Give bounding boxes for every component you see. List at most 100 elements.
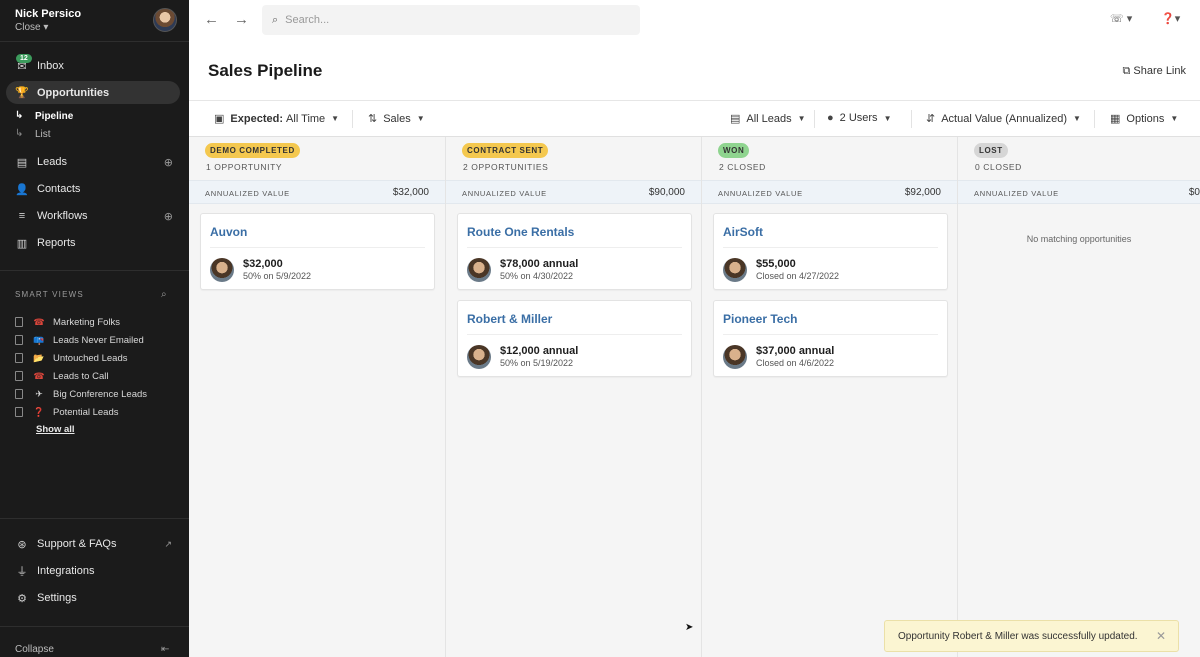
expected-date-filter[interactable]: ▣ Expected: All Time ▼ xyxy=(214,112,340,126)
opportunity-count: 0 CLOSED xyxy=(975,162,1022,172)
share-link-label: Share Link xyxy=(1133,65,1186,77)
success-toast: Opportunity Robert & Miller was successf… xyxy=(884,620,1179,652)
sidebar-item-settings[interactable]: ⚙ Settings xyxy=(0,587,189,609)
smart-view-item[interactable]: ☎ Leads to Call xyxy=(15,369,108,383)
document-icon xyxy=(15,389,23,399)
collapse-icon[interactable]: ⇤ xyxy=(161,644,169,655)
sidebar-item-integrations[interactable]: ⏚ Integrations xyxy=(0,560,189,582)
add-workflow-icon[interactable]: ⊕ xyxy=(164,210,173,223)
smart-views-heading: SMART VIEWS xyxy=(15,290,84,299)
leads-filter[interactable]: ▤ All Leads ▼ xyxy=(730,112,806,126)
smart-view-emoji-icon: ☎ xyxy=(33,370,45,381)
pipeline-filter[interactable]: ⇅ Sales ▼ xyxy=(368,112,425,126)
filter-value: Options xyxy=(1126,112,1165,125)
filter-value: Sales xyxy=(383,112,411,125)
smart-view-item[interactable]: ❓ Potential Leads xyxy=(15,405,119,419)
app: Nick Persico Close ▾ ✉ Inbox 12 🏆 Opport… xyxy=(0,0,1200,657)
sidebar-item-label: Contacts xyxy=(37,183,81,195)
smart-view-label: Potential Leads xyxy=(53,406,119,418)
sidebar-item-label: Workflows xyxy=(37,210,88,222)
divider xyxy=(911,110,912,128)
lead-name-link[interactable]: Route One Rentals xyxy=(467,225,574,239)
smart-view-label: Leads to Call xyxy=(53,370,109,382)
smart-view-item[interactable]: ✈ Big Conference Leads xyxy=(15,387,147,401)
search-placeholder: Search... xyxy=(285,14,330,26)
sidebar-item-label: List xyxy=(35,129,51,140)
opportunity-card[interactable]: Robert & Miller $12,000 annual 50% on 5/… xyxy=(457,300,692,377)
back-arrow-icon[interactable]: ← xyxy=(204,11,219,28)
plug-icon: ⏚ xyxy=(16,566,28,578)
opportunity-card[interactable]: Route One Rentals $78,000 annual 50% on … xyxy=(457,213,692,290)
options-icon: ▦ xyxy=(1110,113,1121,125)
opportunity-card[interactable]: Pioneer Tech $37,000 annual Closed on 4/… xyxy=(713,300,948,377)
page-title: Sales Pipeline xyxy=(208,61,323,80)
lead-name-link[interactable]: Robert & Miller xyxy=(467,312,552,326)
avatar xyxy=(467,345,491,369)
top-bar: ← → ⌕ Search... ☏ ▾ ❓▾ xyxy=(189,0,1200,40)
smart-view-item[interactable]: 📪 Leads Never Emailed xyxy=(15,333,144,347)
divider xyxy=(0,626,189,627)
show-all-link[interactable]: Show all xyxy=(36,424,75,435)
avatar[interactable] xyxy=(153,8,177,32)
smart-view-emoji-icon: ✈ xyxy=(35,388,43,399)
sidebar-item-reports[interactable]: ▥ Reports xyxy=(0,232,189,254)
sidebar-item-leads[interactable]: ▤ Leads ⊕ xyxy=(0,151,189,173)
divider xyxy=(467,247,682,248)
opportunity-close-date: Closed on 4/27/2022 xyxy=(756,271,840,281)
document-icon xyxy=(15,371,23,381)
sidebar-item-support[interactable]: ⊛ Support & FAQs ↗ xyxy=(0,533,189,555)
opportunity-card[interactable]: Auvon $32,000 50% on 5/9/2022 xyxy=(200,213,435,290)
options-menu[interactable]: ▦ Options ▼ xyxy=(1110,112,1178,126)
opportunity-confidence-date: 50% on 4/30/2022 xyxy=(500,271,574,281)
divider xyxy=(1094,110,1095,128)
help-menu-button[interactable]: ❓▾ xyxy=(1161,12,1180,25)
phone-menu-button[interactable]: ☏ ▾ xyxy=(1110,12,1132,25)
collapse-sidebar-button[interactable]: Collapse xyxy=(15,644,54,655)
sidebar-subitem-pipeline[interactable]: ↳ Pipeline xyxy=(15,110,73,122)
sidebar-item-contacts[interactable]: 👤 Contacts xyxy=(0,178,189,200)
org-switcher[interactable]: Close ▾ xyxy=(15,22,174,33)
smart-view-label: Untouched Leads xyxy=(53,352,128,364)
filter-value: All Leads xyxy=(746,112,792,125)
annualized-value-label: ANNUALIZED VALUE xyxy=(462,189,547,198)
sidebar-item-opportunities[interactable]: 🏆 Opportunities xyxy=(6,81,180,104)
lead-name-link[interactable]: Pioneer Tech xyxy=(723,312,797,326)
sidebar-item-workflows[interactable]: ≡ Workflows ⊕ xyxy=(0,205,189,227)
smart-view-item[interactable]: 📂 Untouched Leads xyxy=(15,351,127,365)
sidebar-subitem-list[interactable]: ↳ List xyxy=(15,128,51,140)
search-icon[interactable]: ⌕ xyxy=(161,289,167,300)
calendar-icon: ▣ xyxy=(214,113,225,125)
sort-icon: ⇵ xyxy=(926,113,936,125)
search-input[interactable]: ⌕ Search... xyxy=(262,5,640,35)
user-menu[interactable]: Nick Persico Close ▾ xyxy=(0,0,189,42)
sidebar-item-label: Leads xyxy=(37,156,67,168)
smart-view-item[interactable]: ☎ Marketing Folks xyxy=(15,315,120,329)
opportunity-value: $32,000 xyxy=(243,258,283,270)
chevron-down-icon: ▼ xyxy=(416,114,425,123)
forward-arrow-icon[interactable]: → xyxy=(234,11,249,28)
smart-view-label: Big Conference Leads xyxy=(53,388,148,400)
lead-name-link[interactable]: Auvon xyxy=(210,225,247,239)
chevron-down-icon: ▼ xyxy=(331,114,340,123)
pipeline-board: DEMO COMPLETED 1 OPPORTUNITY ANNUALIZED … xyxy=(189,137,1200,657)
lead-name-link[interactable]: AirSoft xyxy=(723,225,763,239)
person-icon: 👤 xyxy=(15,183,29,196)
opportunity-card[interactable]: AirSoft $55,000 Closed on 4/27/2022 xyxy=(713,213,948,290)
document-icon xyxy=(15,335,23,345)
annualized-value-row: ANNUALIZED VALUE $90,000 xyxy=(446,180,701,204)
opportunity-value: $78,000 annual xyxy=(500,258,579,270)
share-link-button[interactable]: ⧉ Share Link xyxy=(1122,65,1186,78)
search-icon: ⌕ xyxy=(272,13,279,26)
pipeline-icon: ↳ xyxy=(15,110,24,121)
smart-view-label: Marketing Folks xyxy=(53,316,121,328)
mouse-cursor-icon: ➤ xyxy=(685,622,694,633)
add-lead-icon[interactable]: ⊕ xyxy=(164,156,173,169)
sort-filter[interactable]: ⇵ Actual Value (Annualized) ▼ xyxy=(926,112,1081,126)
annualized-value-label: ANNUALIZED VALUE xyxy=(974,189,1059,198)
close-icon[interactable]: ✕ xyxy=(1156,629,1166,643)
users-filter[interactable]: ● 2 Users ▼ xyxy=(827,112,891,124)
divider xyxy=(723,247,938,248)
gear-icon: ⚙ xyxy=(17,592,27,605)
sidebar-item-label: Integrations xyxy=(37,565,95,577)
user-name: Nick Persico xyxy=(15,8,82,20)
